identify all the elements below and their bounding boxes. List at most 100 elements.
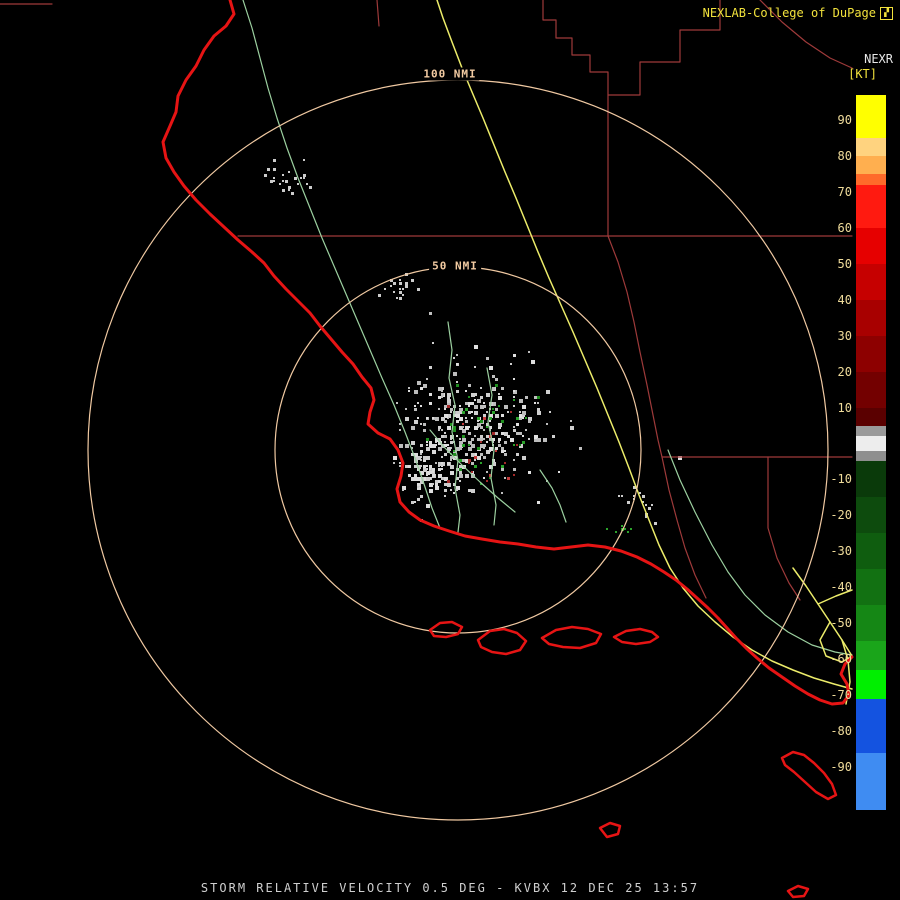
radar-echo-pixel (501, 432, 504, 435)
radar-echo-pixel (501, 414, 504, 417)
radar-echo-pixel (408, 390, 410, 392)
radar-echo-pixel (444, 483, 447, 486)
radar-echo-pixel (537, 411, 541, 415)
radar-echo-pixel (483, 405, 486, 408)
colorbar-segment (856, 263, 886, 300)
radar-echo-pixel (486, 411, 488, 413)
colorbar-segment (856, 174, 886, 185)
radar-echo-pixel (426, 465, 428, 467)
radar-echo-pixel (429, 393, 432, 396)
colorbar-segment (856, 425, 886, 437)
colorbar-segment (856, 569, 886, 606)
radar-echo-pixel (543, 438, 547, 442)
radar-echo-pixel (486, 480, 488, 482)
radar-echo-pixel (444, 495, 446, 497)
radar-echo-pixel (432, 450, 436, 454)
radar-echo-pixel (513, 426, 515, 428)
radar-echo-pixel (477, 417, 480, 420)
radar-echo-pixel (417, 498, 420, 501)
colorbar-segment (856, 156, 886, 175)
radar-echo-pixel (444, 432, 446, 434)
island-outline (612, 627, 660, 646)
radar-echo-pixel (453, 426, 456, 429)
radar-echo-pixel (303, 159, 305, 161)
radar-echo-pixel (459, 468, 462, 471)
radar-echo-pixel (522, 411, 526, 415)
colorbar-tick-label: -90 (830, 759, 852, 774)
radar-echo-pixel (513, 354, 516, 357)
colorbar-tick-label: -30 (830, 544, 852, 559)
radar-echo-pixel (429, 312, 432, 315)
radar-echo-pixel (627, 501, 630, 504)
radar-echo-pixel (399, 297, 402, 300)
radar-echo-pixel (405, 417, 409, 421)
radar-echo-pixel (504, 453, 507, 456)
radar-echo-pixel (303, 177, 305, 179)
radar-echo-pixel (525, 396, 528, 399)
radar-echo-pixel (393, 456, 397, 460)
radar-echo-pixel (483, 402, 485, 404)
radar-echo-pixel (510, 363, 512, 365)
radar-echo-pixel (405, 282, 408, 285)
radar-echo-pixel (426, 447, 430, 451)
radar-echo-pixel (420, 423, 422, 425)
radar-echo-pixel (537, 408, 540, 411)
radar-echo-pixel (426, 477, 430, 481)
radar-echo-pixel (450, 411, 452, 413)
radar-echo-pixel (444, 420, 447, 423)
radar-echo-pixel (414, 420, 418, 424)
radar-echo-pixel (630, 528, 632, 530)
colorbar-tick-label: 60 (837, 220, 852, 235)
radar-echo-pixel (423, 423, 426, 426)
radar-echo-pixel (453, 492, 455, 494)
radar-echo-pixel (498, 444, 501, 447)
radar-echo-pixel (513, 390, 515, 392)
radar-echo-pixel (417, 477, 421, 481)
velocity-colorbar (856, 0, 886, 900)
radar-echo-pixel (453, 357, 455, 359)
radar-echo-pixel (405, 444, 409, 448)
radar-echo-pixel (288, 171, 290, 173)
radar-echo-pixel (522, 435, 524, 437)
colorbar-tick-label: 40 (837, 292, 852, 307)
colorbar-tick-label: 70 (837, 185, 852, 199)
radar-echo-pixel (429, 471, 432, 474)
radar-echo-pixel (474, 456, 477, 459)
radar-echo-pixel (273, 168, 276, 171)
radar-echo-pixel (504, 441, 507, 444)
river-line (486, 367, 497, 526)
radar-echo-pixel (429, 402, 432, 405)
radar-echo-pixel (447, 480, 450, 483)
radar-echo-pixel (429, 489, 433, 493)
radar-echo-pixel (438, 429, 440, 431)
radar-echo-pixel (282, 189, 285, 192)
radar-echo-pixel (501, 450, 504, 453)
radar-echo-pixel (423, 468, 427, 472)
radar-echo-pixel (486, 471, 488, 473)
radar-echo-pixel (522, 456, 526, 460)
radar-echo-pixel (441, 429, 443, 431)
radar-echo-pixel (432, 342, 434, 344)
radar-echo-pixel (474, 366, 476, 368)
radar-echo-pixel (417, 483, 420, 486)
radar-echo-pixel (471, 402, 474, 405)
colorbar-segment (856, 752, 886, 810)
radar-echo-pixel (444, 489, 447, 492)
radar-echo-pixel (450, 465, 454, 469)
radar-echo-pixel (513, 429, 516, 432)
radar-echo-pixel (420, 495, 423, 498)
radar-echo-pixel (285, 180, 287, 182)
radar-echo-pixel (432, 483, 434, 485)
radar-echo-pixel (297, 183, 299, 185)
radar-echo-pixel (423, 384, 427, 388)
radar-echo-pixel (483, 414, 486, 417)
colorbar-tick-label: -20 (830, 508, 852, 523)
radar-echo-pixel (471, 438, 474, 441)
colorbar-tick-label: -10 (830, 472, 852, 487)
radar-echo-pixel (495, 384, 498, 387)
radar-echo-pixel (498, 405, 500, 407)
radar-echo-pixel (495, 378, 498, 381)
radar-echo-pixel (441, 462, 443, 464)
radar-echo-pixel (432, 474, 435, 477)
radar-echo-pixel (444, 405, 447, 408)
